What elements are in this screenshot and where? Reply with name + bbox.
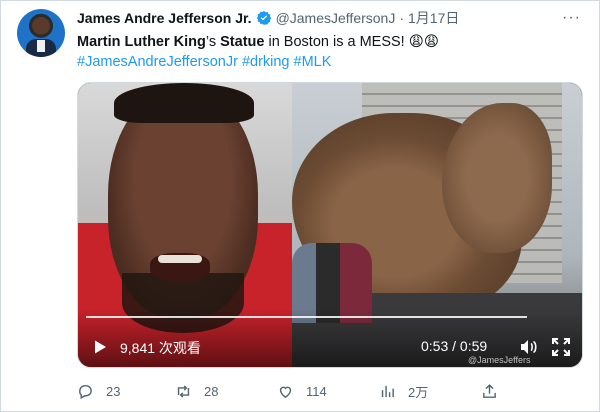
hashtag-link[interactable]: #JamesAndreJeffersonJr xyxy=(77,54,238,70)
reply-icon xyxy=(79,384,92,399)
reply-count: 23 xyxy=(106,383,121,399)
tweet-text-bold-2: Statue xyxy=(220,34,265,50)
fullscreen-icon[interactable] xyxy=(552,338,570,356)
retweet-button[interactable]: 28 xyxy=(175,383,218,400)
share-icon xyxy=(483,383,496,398)
play-icon[interactable] xyxy=(92,339,108,355)
tweet-date[interactable]: 1月17日 xyxy=(408,8,459,28)
bar-chart-icon xyxy=(381,385,394,397)
man-hair xyxy=(114,83,254,123)
tweet-header: James Andre Jefferson Jr. @JamesJefferso… xyxy=(77,9,459,27)
tweet-card[interactable]: James Andre Jefferson Jr. @JamesJefferso… xyxy=(0,0,600,412)
man-teeth xyxy=(158,255,202,263)
progress-bar[interactable] xyxy=(86,316,527,318)
views-button[interactable]: 2万 xyxy=(379,382,428,401)
separator-dot: · xyxy=(399,10,405,26)
hashtag-link[interactable]: #MLK xyxy=(294,54,332,70)
video-time: 0:53 / 0:59 xyxy=(421,338,488,354)
avatar[interactable] xyxy=(17,9,65,57)
verified-badge-icon xyxy=(256,10,272,26)
tweet-text-part-4: in Boston is a MESS! 😩😩 xyxy=(264,34,439,50)
like-button[interactable]: 114 xyxy=(277,383,327,400)
author-handle[interactable]: @JamesJeffersonJ xyxy=(276,10,396,26)
retweet-icon xyxy=(177,384,190,398)
avatar-collar xyxy=(37,40,45,52)
hashtag-link[interactable]: #drking xyxy=(242,54,290,70)
video-watermark: @JamesJeffers xyxy=(468,355,531,365)
retweet-count: 28 xyxy=(204,383,219,399)
share-button[interactable] xyxy=(481,383,510,400)
like-count: 114 xyxy=(306,383,327,399)
volume-icon[interactable] xyxy=(520,339,538,355)
author-name[interactable]: James Andre Jefferson Jr. xyxy=(77,10,252,26)
reply-button[interactable]: 23 xyxy=(77,383,120,400)
hashtag-list: #JamesAndreJeffersonJr #drking #MLK xyxy=(77,52,577,72)
view-count: 9,841 次观看 xyxy=(120,340,201,356)
more-options-icon[interactable]: ··· xyxy=(562,9,581,27)
video-player[interactable]: 9,841 次观看 0:53 / 0:59 @JamesJeffers xyxy=(77,82,583,368)
view-total: 2万 xyxy=(408,384,429,400)
heart-icon xyxy=(279,386,292,398)
tweet-text: Martin Luther King’s Statue in Boston is… xyxy=(77,32,577,72)
tweet-text-part-2: ’s xyxy=(205,34,221,50)
action-bar: 23 28 114 2万 xyxy=(77,381,507,401)
tweet-text-bold-1: Martin Luther King xyxy=(77,34,206,50)
